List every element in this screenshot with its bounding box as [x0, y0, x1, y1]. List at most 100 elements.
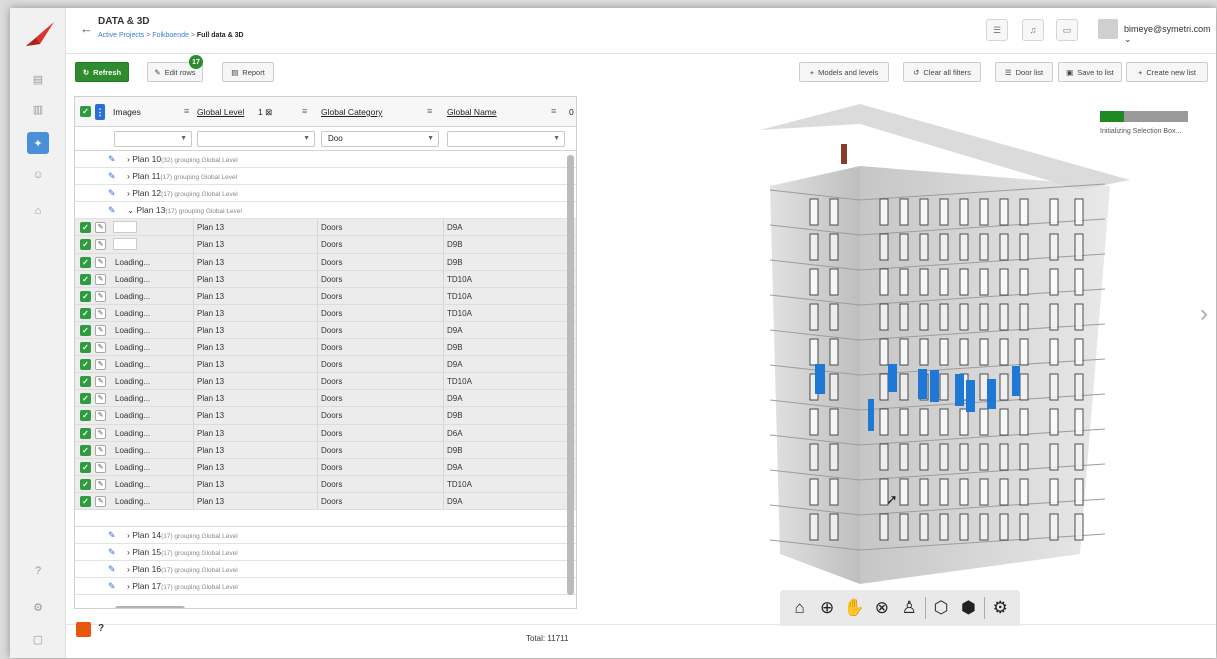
- group-row[interactable]: ✎ ⌄ Plan 13(17) grouping Global Level: [75, 202, 576, 220]
- vertical-scrollbar[interactable]: [567, 155, 574, 595]
- edit-row-icon[interactable]: ✎: [95, 256, 106, 268]
- row-checkbox[interactable]: ✓: [80, 376, 91, 388]
- back-arrow-icon[interactable]: ←: [80, 21, 93, 36]
- table-row[interactable]: ✓ ✎ Loading... Plan 13 Doors D9B: [75, 253, 576, 271]
- edit-row-icon[interactable]: ✎: [95, 290, 106, 302]
- cube-icon[interactable]: ⬢: [956, 596, 980, 620]
- chevron-right-icon[interactable]: ›: [127, 171, 130, 181]
- filter-global-level[interactable]: ▼: [197, 131, 315, 147]
- person-icon[interactable]: ♙: [897, 596, 921, 620]
- edit-group-icon[interactable]: ✎: [108, 547, 116, 558]
- report-button[interactable]: ▤ Report: [222, 62, 274, 82]
- group-row[interactable]: ✎ › Plan 14(17) grouping Global Level: [75, 527, 576, 545]
- table-row[interactable]: ✓ ✎ Plan 13 Doors D9A: [75, 219, 576, 237]
- col-header-global-name[interactable]: Global Name: [447, 107, 497, 117]
- rail-collapse-icon[interactable]: ▢: [27, 628, 49, 650]
- rail-building-icon[interactable]: ▥: [27, 98, 49, 120]
- row-checkbox[interactable]: ✓: [80, 307, 91, 319]
- table-row[interactable]: ✓ ✎ Loading... Plan 13 Doors TD10A: [75, 270, 576, 288]
- edit-row-icon[interactable]: ✎: [95, 393, 106, 405]
- edit-group-icon[interactable]: ✎: [108, 530, 116, 541]
- select-all-checkbox[interactable]: ✓: [80, 106, 91, 117]
- table-row[interactable]: ✓ ✎ Loading... Plan 13 Doors TD10A: [75, 287, 576, 305]
- edit-row-icon[interactable]: ✎: [95, 376, 106, 388]
- rail-dashboard-icon[interactable]: ▤: [27, 68, 49, 90]
- settings-icon[interactable]: ⚙: [988, 596, 1012, 620]
- chevron-down-icon[interactable]: ⌄: [127, 205, 134, 215]
- table-row[interactable]: ✓ ✎ Plan 13 Doors D9B: [75, 236, 576, 254]
- chevron-right-icon[interactable]: ›: [127, 530, 130, 540]
- edit-row-icon[interactable]: ✎: [95, 324, 106, 336]
- row-checkbox[interactable]: ✓: [80, 495, 91, 507]
- edit-group-icon[interactable]: ✎: [108, 188, 116, 199]
- edit-row-icon[interactable]: ✎: [95, 427, 106, 439]
- clear-filters-button[interactable]: ↺ Clear all filters: [903, 62, 981, 82]
- edit-group-icon[interactable]: ✎: [108, 564, 116, 575]
- edit-row-icon[interactable]: ✎: [95, 342, 106, 354]
- col-header-images[interactable]: Images: [113, 107, 141, 117]
- status-indicator[interactable]: [76, 622, 91, 637]
- edit-group-icon[interactable]: ✎: [108, 581, 116, 592]
- edit-row-icon[interactable]: ✎: [95, 444, 106, 456]
- group-row[interactable]: ✎ › Plan 16(17) grouping Global Level: [75, 561, 576, 579]
- chevron-right-icon[interactable]: ›: [127, 154, 130, 164]
- column-menu-icon[interactable]: ≡: [427, 106, 432, 116]
- table-row[interactable]: ✓ ✎ Loading... Plan 13 Doors TD10A: [75, 373, 576, 391]
- image-thumbnail[interactable]: [113, 238, 137, 251]
- breadcrumb-folkboende[interactable]: Folkboende: [152, 32, 189, 39]
- row-checkbox[interactable]: ✓: [80, 342, 91, 354]
- create-new-list-button[interactable]: + Create new list: [1126, 62, 1208, 82]
- row-checkbox[interactable]: ✓: [80, 461, 91, 473]
- row-checkbox[interactable]: ✓: [80, 222, 91, 234]
- chevron-right-icon[interactable]: ›: [127, 564, 130, 574]
- group-row[interactable]: ✎ › Plan 11(17) grouping Global Level: [75, 168, 576, 186]
- avatar[interactable]: [1098, 19, 1118, 39]
- models-levels-button[interactable]: + Models and levels: [799, 62, 889, 82]
- edit-row-icon[interactable]: ✎: [95, 461, 106, 473]
- zoom-icon[interactable]: ⊗: [870, 596, 894, 620]
- table-row[interactable]: ✓ ✎ Loading... Plan 13 Doors D9A: [75, 356, 576, 374]
- table-row[interactable]: ✓ ✎ Loading... Plan 13 Doors D9A: [75, 492, 576, 510]
- help-label[interactable]: ?: [98, 623, 104, 634]
- list-view-icon[interactable]: ☰: [986, 19, 1008, 41]
- edit-row-icon[interactable]: ✎: [95, 222, 106, 234]
- table-row[interactable]: ✓ ✎ Loading... Plan 13 Doors D6A: [75, 424, 576, 442]
- breadcrumb-active-projects[interactable]: Active Projects: [98, 32, 144, 39]
- edit-row-icon[interactable]: ✎: [95, 307, 106, 319]
- column-menu-icon[interactable]: ⋮: [95, 104, 105, 120]
- image-thumbnail[interactable]: [113, 221, 137, 234]
- section-box-icon[interactable]: ⬡: [929, 596, 953, 620]
- table-row[interactable]: ✓ ✎ Loading... Plan 13 Doors D9A: [75, 390, 576, 408]
- table-row[interactable]: ✓ ✎ Loading... Plan 13 Doors TD10A: [75, 304, 576, 322]
- app-logo[interactable]: [24, 20, 56, 48]
- table-row[interactable]: ✓ ✎ Loading... Plan 13 Doors D9B: [75, 339, 576, 357]
- col-header-more[interactable]: 0: [569, 107, 574, 117]
- group-row[interactable]: ✎ › Plan 10(32) grouping Global Level: [75, 151, 576, 169]
- edit-group-icon[interactable]: ✎: [108, 154, 116, 165]
- pan-hand-icon[interactable]: ✋: [842, 596, 866, 620]
- group-row[interactable]: ✎ › Plan 17(17) grouping Global Level: [75, 578, 576, 596]
- rail-lock-icon[interactable]: ⌂: [27, 200, 49, 222]
- row-checkbox[interactable]: ✓: [80, 290, 91, 302]
- globe-icon[interactable]: ⊕: [815, 596, 839, 620]
- filter-global-category[interactable]: Doo ▼: [321, 131, 439, 147]
- row-checkbox[interactable]: ✓: [80, 478, 91, 490]
- row-checkbox[interactable]: ✓: [80, 324, 91, 336]
- save-to-list-button[interactable]: ▣ Save to list: [1058, 62, 1122, 82]
- row-checkbox[interactable]: ✓: [80, 273, 91, 285]
- filter-global-name[interactable]: ▼: [447, 131, 565, 147]
- table-row[interactable]: ✓ ✎ Loading... Plan 13 Doors TD10A: [75, 475, 576, 493]
- card-view-icon[interactable]: ▭: [1056, 19, 1078, 41]
- table-row[interactable]: ✓ ✎ Loading... Plan 13 Doors D9B: [75, 441, 576, 459]
- horizontal-scrollbar[interactable]: [115, 606, 185, 608]
- notification-bell-icon[interactable]: ♫: [1022, 19, 1044, 41]
- 3d-viewer[interactable]: ➚: [610, 84, 1210, 604]
- user-menu[interactable]: bimeye@symetri.com ⌄: [1124, 24, 1216, 45]
- col-header-global-level[interactable]: Global Level: [197, 107, 244, 117]
- edit-row-icon[interactable]: ✎: [95, 359, 106, 371]
- edit-row-icon[interactable]: ✎: [95, 273, 106, 285]
- chevron-right-icon[interactable]: ›: [1200, 300, 1208, 328]
- rail-data3d-icon[interactable]: ✦: [27, 132, 49, 154]
- edit-row-icon[interactable]: ✎: [95, 239, 106, 251]
- refresh-button[interactable]: ↻ Refresh: [75, 62, 129, 82]
